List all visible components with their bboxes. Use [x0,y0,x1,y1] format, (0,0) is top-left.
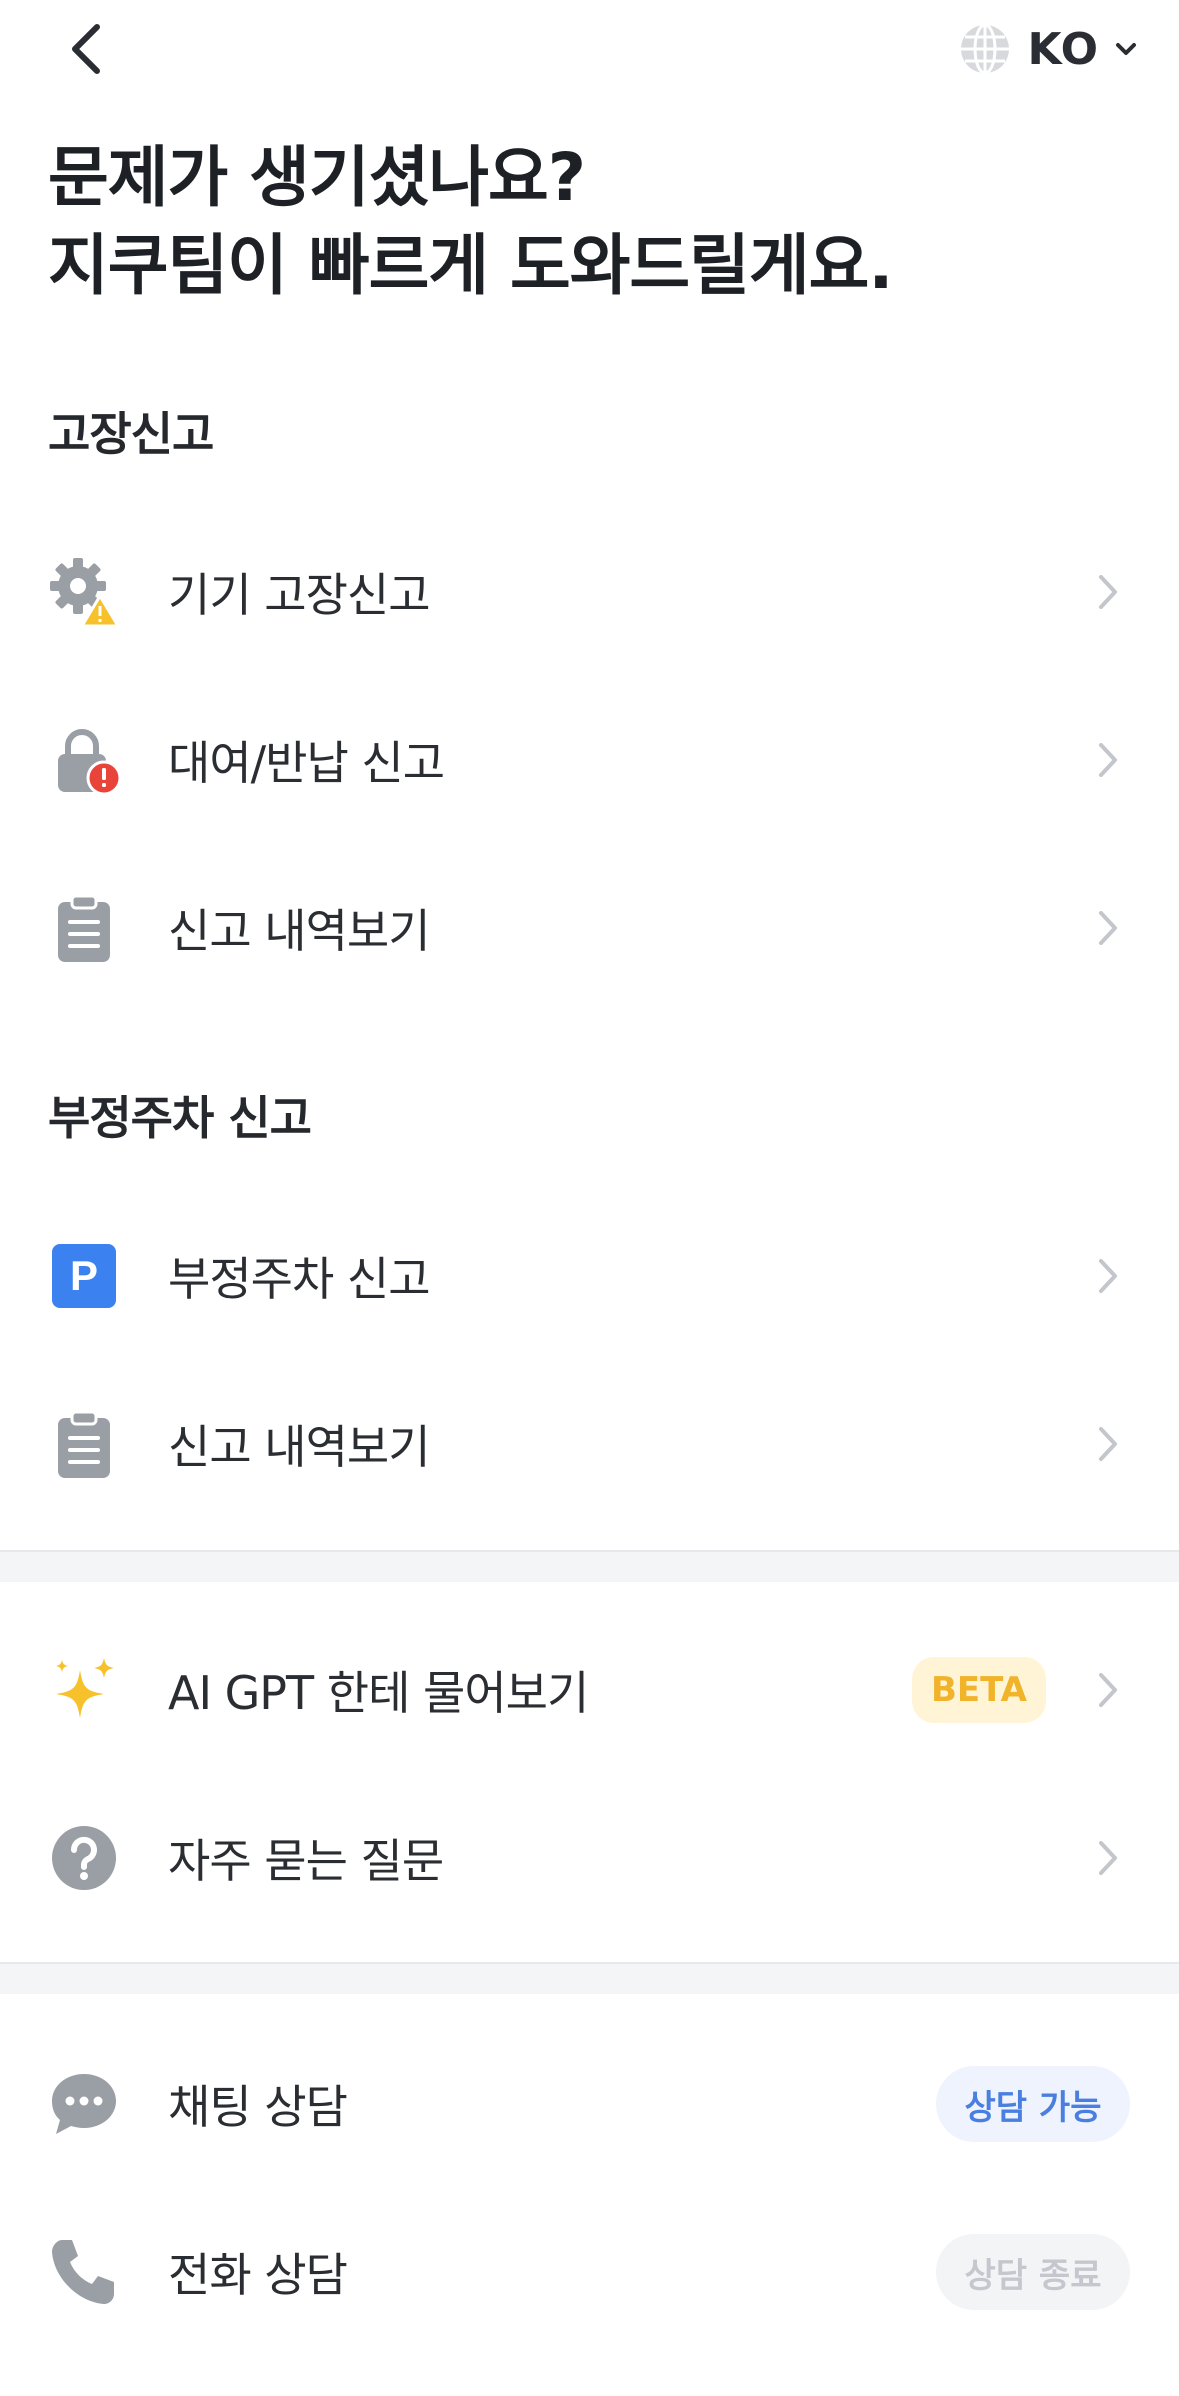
section-divider [0,1962,1179,1994]
chevron-right-icon [1088,1256,1128,1296]
phone-icon [48,2236,120,2308]
chevron-right-icon [1088,740,1128,780]
chevron-right-icon [1088,1838,1128,1878]
lock-alert-icon [48,724,120,796]
svg-text:P: P [70,1252,98,1299]
page-title: 문제가 생기셨나요? 지쿠팀이 빠르게 도와드릴게요. [48,134,893,310]
beta-badge: BETA [912,1657,1046,1723]
section-divider [0,1550,1179,1582]
chevron-right-icon [1088,1670,1128,1710]
menu-item-label: 자주 묻는 질문 [168,1834,444,1888]
menu-item-phone-consultation[interactable]: 전화 상담 상담 종료 [0,2188,1179,2356]
menu-item-label: 전화 상담 [168,2248,348,2302]
menu-item-label: AI GPT 한테 물어보기 [168,1666,589,1720]
menu-item-label: 기기 고장신고 [168,568,431,622]
menu-item-label: 신고 내역보기 [168,904,431,958]
section-title-illegal-parking: 부정주차 신고 [48,1091,312,1145]
language-code: KO [1027,23,1099,75]
language-selector[interactable]: KO [957,14,1139,84]
chevron-down-icon [1116,43,1136,55]
menu-item-ask-ai-gpt[interactable]: AI GPT 한테 물어보기 BETA [0,1606,1179,1774]
status-badge-available: 상담 가능 [936,2066,1130,2142]
parking-icon: P [48,1240,120,1312]
clipboard-icon [48,892,120,964]
menu-item-chat-consultation[interactable]: 채팅 상담 상담 가능 [0,2020,1179,2188]
chevron-right-icon [1088,572,1128,612]
menu-item-report-history[interactable]: 신고 내역보기 [0,844,1179,1012]
menu-item-device-breakdown[interactable]: 기기 고장신고 [0,508,1179,676]
menu-item-rental-return[interactable]: 대여/반납 신고 [0,676,1179,844]
section-title-breakdown: 고장신고 [48,407,214,461]
chat-icon [48,2068,120,2140]
menu-item-label: 채팅 상담 [168,2080,348,2134]
chevron-right-icon [1088,1424,1128,1464]
sparkle-icon [48,1654,120,1726]
top-bar: KO [0,0,1179,100]
menu-item-parking-report-history[interactable]: 신고 내역보기 [0,1360,1179,1528]
menu-item-faq[interactable]: 자주 묻는 질문 [0,1774,1179,1942]
page-title-line-1: 문제가 생기셨나요? [48,139,586,216]
question-icon [48,1822,120,1894]
menu-item-label: 부정주차 신고 [168,1252,431,1306]
page-title-line-2: 지쿠팀이 빠르게 도와드릴게요. [48,227,893,304]
menu-item-illegal-parking[interactable]: P 부정주차 신고 [0,1192,1179,1360]
gear-warning-icon [48,556,120,628]
menu-item-label: 신고 내역보기 [168,1420,431,1474]
back-arrow-icon [72,24,100,74]
clipboard-icon [48,1408,120,1480]
chevron-right-icon [1088,908,1128,948]
status-badge-closed: 상담 종료 [936,2234,1130,2310]
back-button[interactable] [50,14,120,84]
globe-icon [961,23,1010,75]
menu-item-label: 대여/반납 신고 [168,736,445,790]
